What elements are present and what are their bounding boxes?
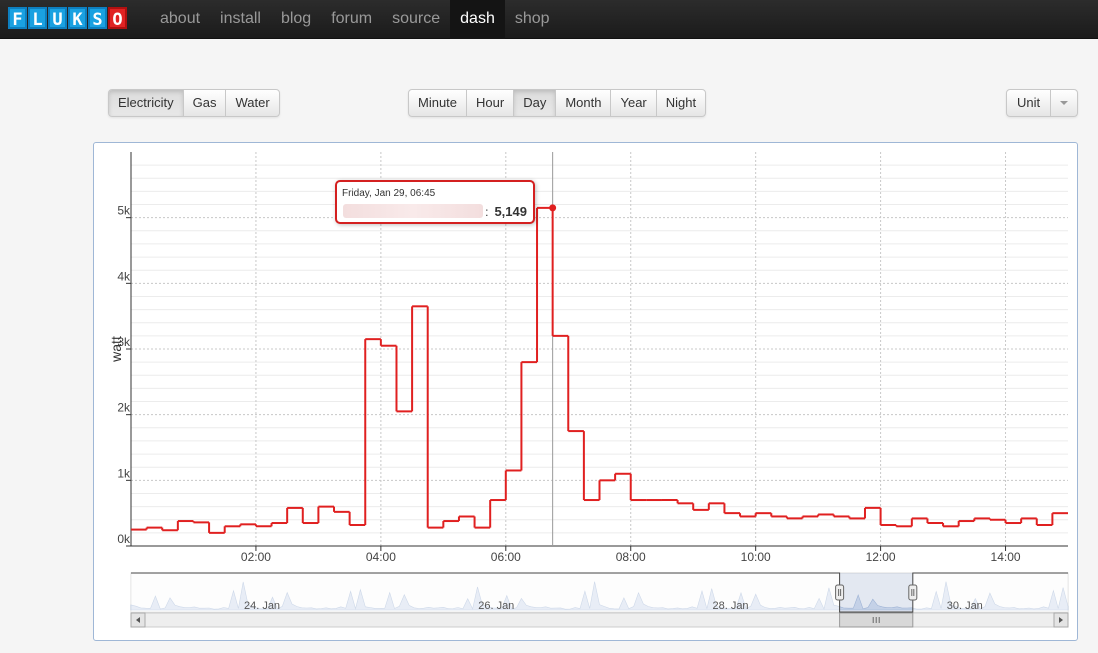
y-axis-label: watt xyxy=(108,336,124,363)
tooltip-value-row: :5,149 xyxy=(485,204,527,219)
navigator-label: 24. Jan xyxy=(244,600,280,612)
y-tick-label: 5k xyxy=(117,204,131,218)
x-tick-label: 02:00 xyxy=(241,550,271,564)
navigator-mask-right xyxy=(912,573,1068,612)
x-tick-label: 14:00 xyxy=(991,550,1021,564)
y-tick-label: 0k xyxy=(117,532,131,546)
tooltip-value: 5,149 xyxy=(494,204,527,219)
x-tick-label: 12:00 xyxy=(866,550,896,564)
chart-tooltip: Friday, Jan 29, 06:45 :5,149 xyxy=(335,180,535,224)
navigator-label: 26. Jan xyxy=(478,600,514,612)
tooltip-date: Friday, Jan 29, 06:45 xyxy=(342,188,436,199)
navigator-selection xyxy=(839,573,913,612)
tooltip-separator: : xyxy=(485,205,489,219)
navigator-handle[interactable] xyxy=(835,584,845,601)
y-tick-label: 4k xyxy=(117,269,131,283)
highlight-point xyxy=(549,204,557,212)
y-tick-label: 1k xyxy=(117,466,131,480)
x-tick-label: 10:00 xyxy=(741,550,771,564)
navigator-label: 30. Jan xyxy=(947,600,983,612)
x-tick-label: 04:00 xyxy=(366,550,396,564)
scrollbar-track[interactable] xyxy=(130,612,1069,628)
tooltip-series-name-redacted xyxy=(343,204,483,218)
y-tick-label: 2k xyxy=(117,401,131,415)
navigator-handle[interactable] xyxy=(908,584,918,601)
power-chart[interactable]: 0k1k2k3k4k5k02:00 04:00 06:00 08:00 10:00 12:… xyxy=(0,0,1098,653)
navigator-label: 28. Jan xyxy=(712,600,748,612)
x-tick-label: 08:00 xyxy=(616,550,646,564)
x-tick-label: 06:00 xyxy=(491,550,521,564)
